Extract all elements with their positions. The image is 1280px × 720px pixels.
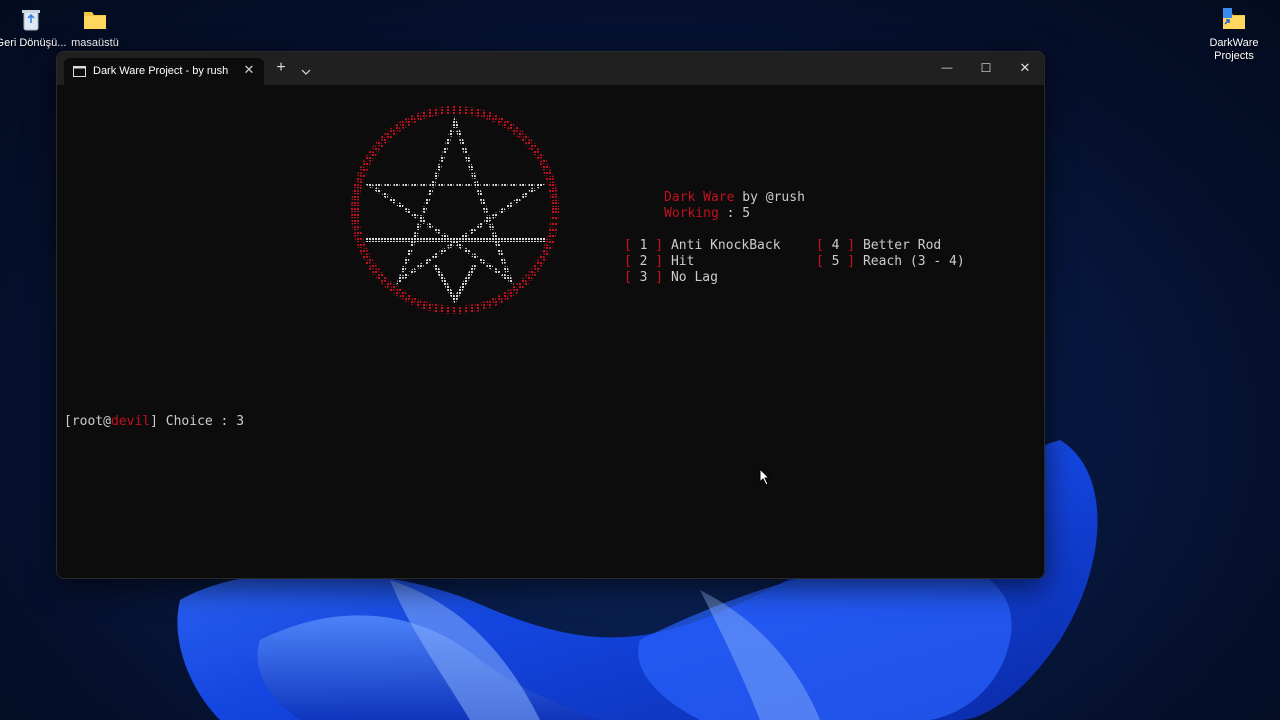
menu-label: Hit <box>670 254 695 269</box>
menu-label: No Lag <box>670 270 718 285</box>
prompt-close: ] Choice : <box>150 414 237 429</box>
close-button[interactable]: ✕ <box>1007 59 1043 77</box>
terminal-content[interactable]: Dark Ware by @rush Working : 5 [ 1 ] Ant… <box>57 85 1044 578</box>
tab-title: Dark Ware Project - by rush <box>93 65 229 77</box>
masaustu-label: masaüstü <box>71 37 119 49</box>
darkware-projects-shortcut[interactable]: DarkWare Projects <box>1198 5 1270 63</box>
tab-close-icon[interactable]: ✕ <box>240 61 258 79</box>
pentagram-ascii-icon <box>351 106 559 314</box>
working-value: : 5 <box>718 206 751 221</box>
prompt-open: [root@ <box>64 414 111 429</box>
menu-label: Anti KnockBack <box>670 238 781 253</box>
menu-item-5: [ 5 ] Reach (3 - 4) <box>816 254 965 269</box>
tab-active[interactable]: Dark Ware Project - by rush ✕ <box>64 58 264 85</box>
terminal-icon <box>73 66 86 80</box>
chevron-down-icon <box>301 69 311 75</box>
pentagram-art <box>345 100 565 322</box>
menu-item-4: [ 4 ] Better Rod <box>816 238 942 253</box>
tab-dropdown-button[interactable] <box>299 63 313 77</box>
recycle-bin-label: Geri Dönüşü... <box>0 37 67 49</box>
recycle-bin-icon-shortcut[interactable]: Geri Dönüşü... <box>0 5 67 50</box>
author: by @rush <box>734 190 805 205</box>
working-line: Working : 5 <box>664 206 750 222</box>
prompt-host: devil <box>110 414 151 429</box>
terminal-window: Dark Ware Project - by rush ✕ + — ☐ ✕ Da… <box>56 51 1045 579</box>
prompt-line[interactable]: [root@devil] Choice : 3 <box>64 414 244 430</box>
new-tab-button[interactable]: + <box>272 58 290 78</box>
folder-icon <box>81 5 109 33</box>
menu-label: Better Rod <box>862 238 942 253</box>
maximize-icon: ☐ <box>980 61 992 75</box>
minimize-icon: — <box>941 62 953 74</box>
minimize-button[interactable]: — <box>929 59 965 77</box>
header-line: Dark Ware by @rush <box>664 190 805 206</box>
menu-item-2: [ 2 ] Hit <box>624 254 695 269</box>
menu-item-3: [ 3 ] No Lag <box>624 270 718 285</box>
title-bar[interactable]: Dark Ware Project - by rush ✕ + — ☐ ✕ <box>57 52 1044 85</box>
app-name: Dark Ware <box>664 190 735 205</box>
mouse-pointer-icon <box>759 468 771 486</box>
recycle-bin-icon <box>17 5 45 33</box>
masaustu-folder-shortcut[interactable]: masaüstü <box>59 5 131 50</box>
maximize-button[interactable]: ☐ <box>968 59 1004 77</box>
menu-label: Reach (3 - 4) <box>862 254 965 269</box>
folder-shortcut-icon <box>1220 5 1248 33</box>
darkware-projects-label: DarkWare Projects <box>1209 37 1259 62</box>
working-label: Working <box>664 206 719 221</box>
prompt-input[interactable]: 3 <box>236 414 244 429</box>
close-icon: ✕ <box>1019 60 1031 75</box>
menu-item-1: [ 1 ] Anti KnockBack <box>624 238 781 253</box>
